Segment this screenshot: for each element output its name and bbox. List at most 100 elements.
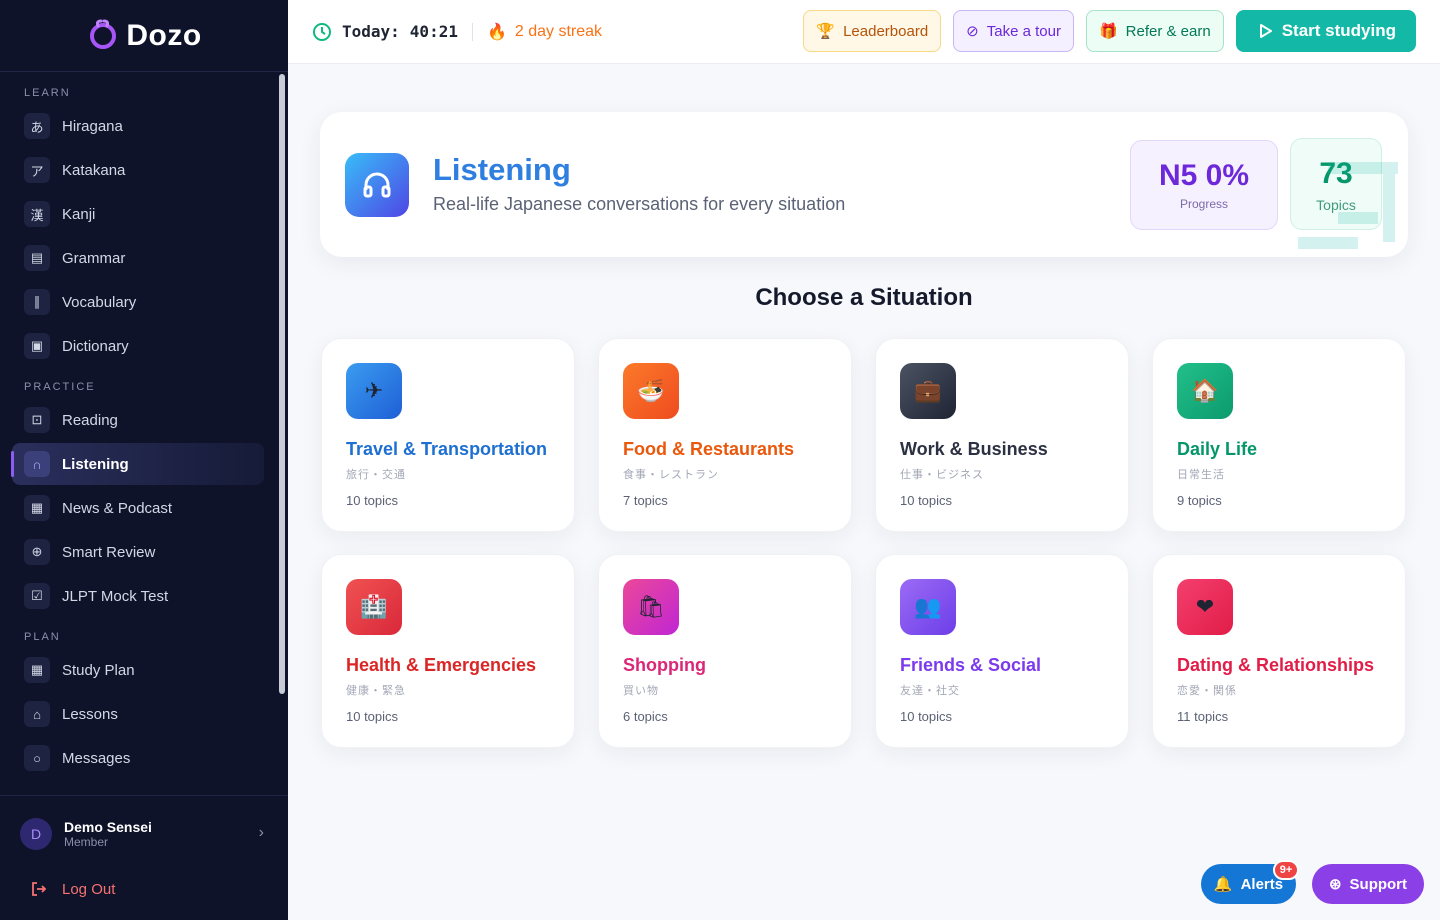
work-business-icon: 💼 xyxy=(900,363,956,419)
sidebar-item-hiragana[interactable]: あ Hiragana xyxy=(12,105,264,147)
sidebar-item-katakana[interactable]: ア Katakana xyxy=(12,149,264,191)
sidebar-item-dictionary[interactable]: ▣ Dictionary xyxy=(12,325,264,367)
user-profile[interactable]: D Demo Sensei Member › xyxy=(0,796,288,872)
shopping-icon: 🛍 xyxy=(623,579,679,635)
sidebar-item-reading[interactable]: ⊡ Reading xyxy=(12,399,264,441)
sidebar-item-messages[interactable]: ○ Messages xyxy=(12,737,264,779)
health-emergencies-icon: 🏥 xyxy=(346,579,402,635)
situation-topic-count: 10 topics xyxy=(346,493,399,508)
situation-card-work-business[interactable]: 💼 Work & Business 仕事・ビジネス 10 topics xyxy=(875,338,1129,532)
sidebar-item-news-podcast[interactable]: ▦ News & Podcast xyxy=(12,487,264,529)
gift-icon: 🎁 xyxy=(1098,23,1118,40)
kanji-icon: 漢 xyxy=(24,201,50,227)
sidebar-item-label: Kanji xyxy=(62,205,96,223)
compass-icon: ⊘ xyxy=(966,23,979,40)
clock-icon xyxy=(313,22,331,41)
smart-review-icon: ⊕ xyxy=(24,539,50,565)
logout-button[interactable]: Log Out xyxy=(0,872,288,906)
sidebar-item-label: News & Podcast xyxy=(62,499,173,517)
page-subtitle: Real-life Japanese conversations for eve… xyxy=(433,194,846,214)
take-tour-button[interactable]: ⊘ Take a tour xyxy=(953,10,1074,52)
progress-label: Progress xyxy=(1179,197,1229,211)
situation-japanese: 仕事・ビジネス xyxy=(900,469,984,481)
today-timer: Today: 40:21 xyxy=(312,22,458,42)
travel-transportation-icon: ✈ xyxy=(346,363,402,419)
brand-logo-icon xyxy=(90,19,117,49)
situation-card-food-restaurants[interactable]: 🍜 Food & Restaurants 食事・レストラン 7 topics xyxy=(598,338,852,532)
sidebar-item-smart-review[interactable]: ⊕ Smart Review xyxy=(12,531,264,573)
top-actions: 🏆 Leaderboard ⊘ Take a tour 🎁 Refer & ea… xyxy=(803,10,1416,52)
sidebar-item-label: Smart Review xyxy=(62,543,156,561)
situation-card-friends-social[interactable]: 👥 Friends & Social 友達・社交 10 topics xyxy=(875,554,1129,748)
brand-name: Dozo xyxy=(126,18,202,52)
section-title-practice: PRACTICE xyxy=(24,381,96,393)
situation-title: Travel & Transportation xyxy=(346,439,548,459)
situation-card-dating-relationships[interactable]: ❤ Dating & Relationships 恋愛・関係 11 topics xyxy=(1152,554,1406,748)
sidebar-item-label: Grammar xyxy=(62,249,126,267)
sidebar-item-label: Katakana xyxy=(62,161,126,179)
today-label: Today: xyxy=(342,22,400,41)
leaderboard-button[interactable]: 🏆 Leaderboard xyxy=(803,10,942,52)
dating-relationships-icon: ❤ xyxy=(1177,579,1233,635)
daily-life-icon: 🏠 xyxy=(1177,363,1233,419)
sidebar-item-study-plan[interactable]: ▦ Study Plan xyxy=(12,649,264,691)
food-restaurants-icon: 🍜 xyxy=(623,363,679,419)
sidebar-item-label: Hiragana xyxy=(62,117,123,135)
sidebar-item-jlpt-mock-test[interactable]: ☑ JLPT Mock Test xyxy=(12,575,264,617)
chevron-right-icon: › xyxy=(258,824,264,841)
support-button[interactable]: ⊛ Support xyxy=(1312,864,1424,904)
situation-topic-count: 10 topics xyxy=(346,709,399,724)
listening-icon: ∩ xyxy=(24,451,50,477)
grammar-icon: ▤ xyxy=(24,245,50,271)
situation-topic-count: 9 topics xyxy=(1177,493,1222,508)
start-studying-label: Start studying xyxy=(1281,21,1396,40)
brand[interactable]: Dozo xyxy=(0,0,288,72)
situation-card-travel-transportation[interactable]: ✈ Travel & Transportation 旅行・交通 10 topics xyxy=(321,338,575,532)
section-heading: Choose a Situation xyxy=(755,284,973,311)
user-area: D Demo Sensei Member › Log Out xyxy=(0,795,288,920)
sidebar-item-grammar[interactable]: ▤ Grammar xyxy=(12,237,264,279)
situation-card-health-emergencies[interactable]: 🏥 Health & Emergencies 健康・緊急 10 topics xyxy=(321,554,575,748)
sidebar-item-label: Messages xyxy=(62,749,131,767)
sidebar-item-listening[interactable]: ∩ Listening xyxy=(11,443,264,485)
progress-value: N5 0% xyxy=(1158,159,1250,192)
hiragana-icon: あ xyxy=(24,113,50,139)
streak: 🔥 2 day streak xyxy=(487,22,602,42)
lessons-icon: ⌂ xyxy=(24,701,50,727)
messages-icon: ○ xyxy=(24,745,50,771)
situation-topic-count: 7 topics xyxy=(623,493,668,508)
situation-title: Food & Restaurants xyxy=(623,439,795,459)
katakana-icon: ア xyxy=(24,157,50,183)
refer-earn-button[interactable]: 🎁 Refer & earn xyxy=(1085,10,1224,52)
refer-earn-label: Refer & earn xyxy=(1125,22,1211,40)
situation-topic-count: 10 topics xyxy=(900,493,953,508)
section-title-learn: LEARN xyxy=(24,87,71,99)
situation-card-daily-life[interactable]: 🏠 Daily Life 日常生活 9 topics xyxy=(1152,338,1406,532)
situation-card-shopping[interactable]: 🛍 Shopping 買い物 6 topics xyxy=(598,554,852,748)
user-role: Member xyxy=(64,835,109,849)
today-time: 40:21 xyxy=(409,22,458,41)
flame-icon: 🔥 xyxy=(486,23,507,41)
sidebar-item-lessons[interactable]: ⌂ Lessons xyxy=(12,693,264,735)
headphones-icon xyxy=(345,153,409,217)
jlpt-mock-test-icon: ☑ xyxy=(24,583,50,609)
sidebar-item-vocabulary[interactable]: ∥ Vocabulary xyxy=(12,281,264,323)
sidebar-scrollbar[interactable] xyxy=(279,74,285,694)
topbar-divider xyxy=(471,22,473,41)
sidebar-item-kanji[interactable]: 漢 Kanji xyxy=(12,193,264,235)
sidebar-item-label: Lessons xyxy=(62,705,118,723)
alerts-badge: 9+ xyxy=(1273,860,1299,880)
situation-japanese: 旅行・交通 xyxy=(346,469,406,481)
lifebuoy-icon: ⊛ xyxy=(1328,876,1342,893)
leaderboard-label: Leaderboard xyxy=(843,22,929,40)
start-studying-button[interactable]: Start studying xyxy=(1235,10,1416,52)
support-label: Support xyxy=(1349,875,1408,893)
bell-icon: 🔔 xyxy=(1213,876,1233,893)
play-icon xyxy=(1259,24,1272,38)
situation-title: Health & Emergencies xyxy=(346,655,537,675)
situation-title: Daily Life xyxy=(1177,439,1258,459)
situation-japanese: 友達・社交 xyxy=(900,685,960,697)
progress-stat: N5 0% Progress xyxy=(1130,140,1278,230)
situation-title: Friends & Social xyxy=(900,655,1042,675)
situation-topic-count: 6 topics xyxy=(623,709,668,724)
